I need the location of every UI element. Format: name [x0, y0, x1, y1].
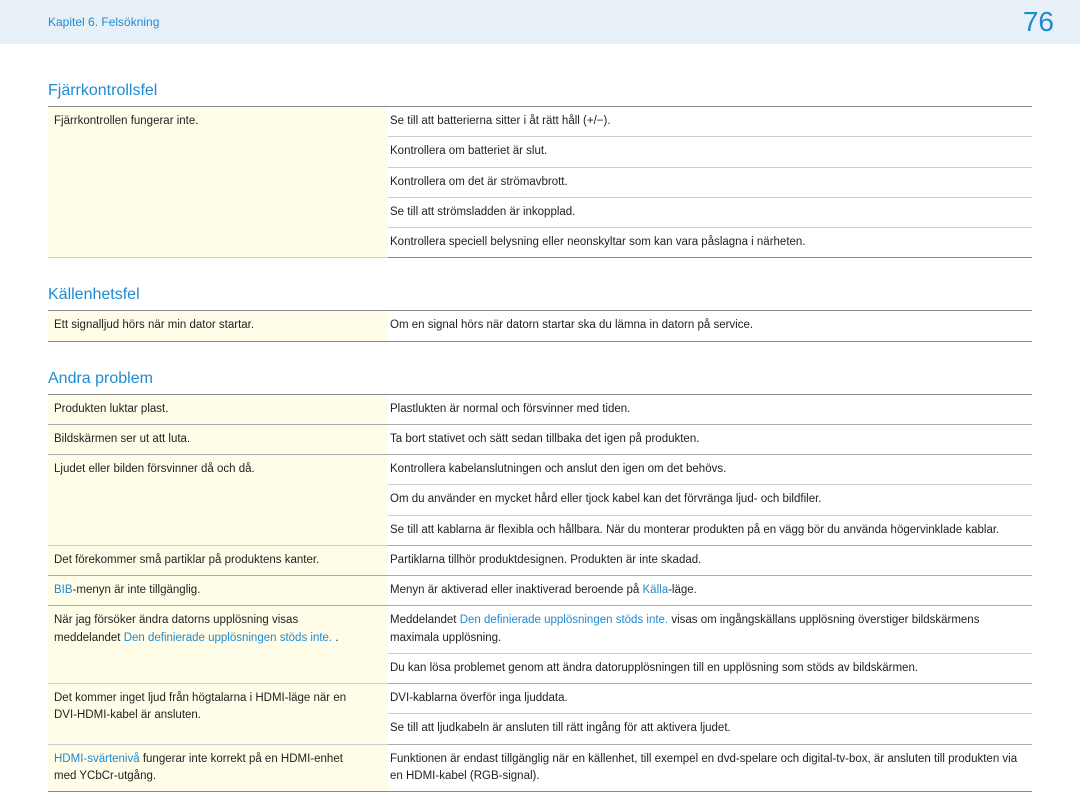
- solution-cell: Kontrollera speciell belysning eller neo…: [388, 228, 1032, 258]
- solution-cell: Kontrollera om det är strömavbrott.: [388, 167, 1032, 197]
- problem-cell: Det kommer inget ljud från högtalarna i …: [48, 684, 388, 745]
- highlight-term: Källa: [643, 584, 669, 596]
- problem-cell: Produkten luktar plast.: [48, 394, 388, 424]
- solution-cell: Plastlukten är normal och försvinner med…: [388, 394, 1032, 424]
- table-row: BIB-menyn är inte tillgänglig.Menyn är a…: [48, 576, 1032, 606]
- problem-cell: Bildskärmen ser ut att luta.: [48, 424, 388, 454]
- highlight-term: Den definierade upplösningen stöds inte.: [124, 632, 332, 644]
- solution-cell: Se till att ljudkabeln är ansluten till …: [388, 714, 1032, 744]
- solution-cell: Menyn är aktiverad eller inaktiverad ber…: [388, 576, 1032, 606]
- table-row: Produkten luktar plast.Plastlukten är no…: [48, 394, 1032, 424]
- solution-cell: Kontrollera om batteriet är slut.: [388, 137, 1032, 167]
- problem-cell: BIB-menyn är inte tillgänglig.: [48, 576, 388, 606]
- table-row: När jag försöker ändra datorns upplösnin…: [48, 606, 1032, 654]
- chapter-title: Kapitel 6. Felsökning: [48, 15, 159, 29]
- table-row: Det kommer inget ljud från högtalarna i …: [48, 684, 1032, 714]
- problem-cell: Ett signalljud hörs när min dator starta…: [48, 311, 388, 341]
- solution-cell: Partiklarna tillhör produktdesignen. Pro…: [388, 545, 1032, 575]
- solution-cell: Se till att kablarna är flexibla och hål…: [388, 515, 1032, 545]
- table-row: HDMI-svärtenivå fungerar inte korrekt på…: [48, 744, 1032, 792]
- page-content: Fjärrkontrollsfel Fjärrkontrollen fungera…: [0, 44, 1080, 812]
- section-title: Källenhetsfel: [48, 286, 1032, 304]
- table-row: Ett signalljud hörs när min dator starta…: [48, 311, 1032, 341]
- troubleshoot-table: Fjärrkontrollen fungerar inte.Se till at…: [48, 106, 1032, 258]
- table-row: Det förekommer små partiklar på produkte…: [48, 545, 1032, 575]
- solution-cell: Se till att batterierna sitter i åt rätt…: [388, 107, 1032, 137]
- solution-cell: Funktionen är endast tillgänglig när en …: [388, 744, 1032, 792]
- highlight-term: Den definierade upplösningen stöds inte.: [460, 614, 668, 626]
- table-row: Bildskärmen ser ut att luta.Ta bort stat…: [48, 424, 1032, 454]
- solution-cell: Om en signal hörs när datorn startar ska…: [388, 311, 1032, 341]
- solution-cell: Om du använder en mycket hård eller tjoc…: [388, 485, 1032, 515]
- page-number: 76: [1023, 6, 1054, 38]
- section-title: Andra problem: [48, 370, 1032, 388]
- solution-cell: Du kan lösa problemet genom att ändra da…: [388, 653, 1032, 683]
- solution-cell: Se till att strömsladden är inkopplad.: [388, 197, 1032, 227]
- section-title: Fjärrkontrollsfel: [48, 82, 1032, 100]
- solution-cell: DVI-kablarna överför inga ljuddata.: [388, 684, 1032, 714]
- problem-cell: När jag försöker ändra datorns upplösnin…: [48, 606, 388, 684]
- table-row: Ljudet eller bilden försvinner då och då…: [48, 455, 1032, 485]
- troubleshoot-table: Ett signalljud hörs när min dator starta…: [48, 310, 1032, 341]
- problem-cell: HDMI-svärtenivå fungerar inte korrekt på…: [48, 744, 388, 792]
- problem-cell: Fjärrkontrollen fungerar inte.: [48, 107, 388, 258]
- solution-cell: Meddelandet Den definierade upplösningen…: [388, 606, 1032, 654]
- problem-cell: Ljudet eller bilden försvinner då och då…: [48, 455, 388, 546]
- highlight-term: BIB: [54, 584, 73, 596]
- solution-cell: Ta bort stativet och sätt sedan tillbaka…: [388, 424, 1032, 454]
- table-row: Fjärrkontrollen fungerar inte.Se till at…: [48, 107, 1032, 137]
- problem-cell: Det förekommer små partiklar på produkte…: [48, 545, 388, 575]
- solution-cell: Kontrollera kabelanslutningen och anslut…: [388, 455, 1032, 485]
- troubleshoot-table: Produkten luktar plast.Plastlukten är no…: [48, 394, 1032, 793]
- page-header: Kapitel 6. Felsökning 76: [0, 0, 1080, 44]
